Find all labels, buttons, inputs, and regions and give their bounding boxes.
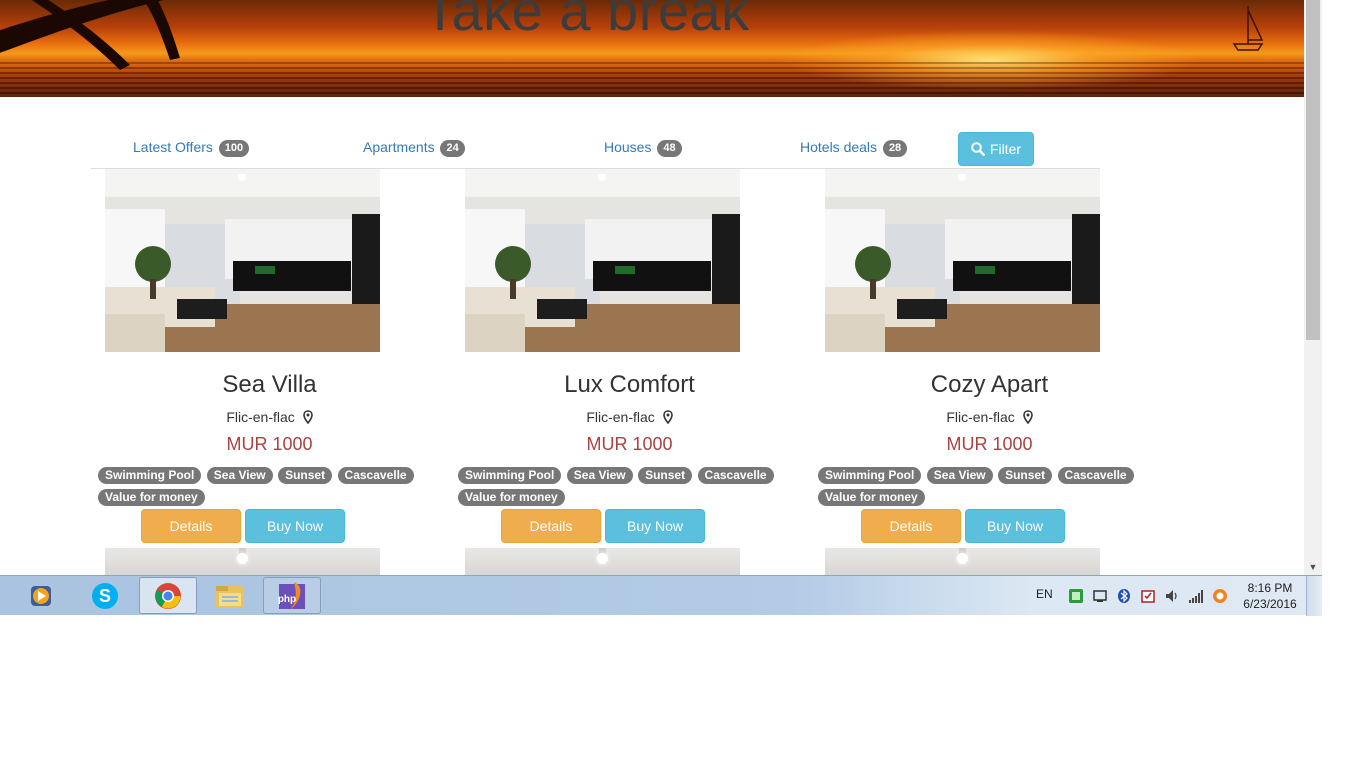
tag-badge: Sea View <box>566 467 633 484</box>
count-badge: 48 <box>657 140 682 157</box>
scroll-down-arrow-icon[interactable]: ▼ <box>1304 558 1322 575</box>
tag-badge: Sunset <box>638 467 693 484</box>
chrome-icon <box>155 582 181 609</box>
scrollbar-thumb[interactable] <box>1306 0 1320 340</box>
media-player-icon <box>31 585 51 606</box>
bluetooth-icon[interactable] <box>1116 588 1132 604</box>
map-marker-icon <box>302 410 313 425</box>
listing-price: MUR 1000 <box>946 434 1033 454</box>
filter-button[interactable]: Filter <box>958 132 1034 166</box>
tab-label: Houses <box>604 139 652 155</box>
file-explorer-icon <box>216 585 244 608</box>
map-marker-icon <box>662 410 673 425</box>
listing-location: Flic-en-flac <box>451 409 808 425</box>
sailboat-silhouette <box>1232 6 1264 51</box>
listing-price: MUR 1000 <box>226 434 313 454</box>
listing-tags: Swimming Pool Sea View Sunset Cascavelle… <box>818 466 1163 510</box>
details-button[interactable]: Details <box>141 509 241 543</box>
buy-now-button[interactable]: Buy Now <box>245 509 345 543</box>
count-badge: 28 <box>882 140 908 157</box>
volume-icon[interactable] <box>1164 588 1180 604</box>
listing-title[interactable]: Sea Villa <box>91 371 448 399</box>
browser-viewport: Take a break Latest Offers 100 Apartment… <box>0 0 1322 575</box>
skype-icon: S <box>92 582 118 609</box>
tag-badge: Cascavelle <box>697 467 774 484</box>
tag-badge: Cascavelle <box>337 467 414 484</box>
network-signal-icon[interactable] <box>1188 588 1204 604</box>
taskbar-file-explorer[interactable] <box>201 577 259 614</box>
device-tray-icon[interactable] <box>1092 588 1108 604</box>
tab-label: Latest Offers <box>133 139 213 155</box>
green-app-tray-icon[interactable] <box>1068 588 1084 604</box>
search-icon <box>971 142 985 156</box>
palm-tree-silhouette <box>0 0 180 70</box>
tag-badge: Sea View <box>206 467 273 484</box>
svg-text:S: S <box>99 586 111 606</box>
location-text: Flic-en-flac <box>946 409 1015 425</box>
location-text: Flic-en-flac <box>226 409 295 425</box>
listing-title[interactable]: Cozy Apart <box>811 371 1168 399</box>
tag-badge: Cascavelle <box>1057 467 1134 484</box>
next-listing-photo[interactable] <box>465 548 740 575</box>
listing-title[interactable]: Lux Comfort <box>451 371 808 399</box>
tag-badge: Value for money <box>458 489 565 506</box>
listing-location: Flic-en-flac <box>811 409 1168 425</box>
windows-taskbar: S php EN 8:16 PM 6/23/2016 <box>0 575 1322 616</box>
clock-time: 8:16 PM <box>1247 581 1293 595</box>
tab-label: Apartments <box>363 139 435 155</box>
listing-photo[interactable] <box>105 169 380 352</box>
details-button[interactable]: Details <box>501 509 601 543</box>
svg-text:php: php <box>278 594 296 605</box>
hero-title: Take a break <box>423 0 750 42</box>
next-listing-photo[interactable] <box>825 548 1100 575</box>
system-clock[interactable]: 8:16 PM 6/23/2016 <box>1238 580 1302 612</box>
tag-badge: Sunset <box>998 467 1053 484</box>
location-text: Flic-en-flac <box>586 409 655 425</box>
taskbar-skype[interactable]: S <box>76 577 134 614</box>
filter-label: Filter <box>989 141 1022 157</box>
tag-badge: Swimming Pool <box>818 467 922 484</box>
keyboard-language-indicator[interactable]: EN <box>1036 587 1053 601</box>
listing-photo[interactable] <box>825 169 1100 352</box>
next-listing-photo[interactable] <box>105 548 380 575</box>
tag-badge: Swimming Pool <box>458 467 562 484</box>
taskbar-chrome[interactable] <box>139 577 197 614</box>
count-badge: 100 <box>218 140 250 157</box>
tab-hotels-deals[interactable]: Hotels deals 28 <box>800 139 908 157</box>
clock-date: 6/23/2016 <box>1243 597 1297 611</box>
show-desktop-button[interactable] <box>1306 576 1322 616</box>
listing-photo[interactable] <box>465 169 740 352</box>
tab-latest-offers[interactable]: Latest Offers 100 <box>133 139 250 157</box>
count-badge: 24 <box>440 140 465 157</box>
map-marker-icon <box>1022 410 1033 425</box>
tag-badge: Sunset <box>278 467 333 484</box>
avast-tray-icon[interactable] <box>1212 588 1228 604</box>
tag-badge: Sea View <box>926 467 993 484</box>
hero-banner: Take a break <box>0 0 1304 97</box>
listing-card: Cozy Apart Flic-en-flac MUR 1000 Swimmin… <box>811 169 1171 549</box>
security-tray-icon[interactable] <box>1140 588 1156 604</box>
listing-tags: Swimming Pool Sea View Sunset Cascavelle… <box>458 466 803 510</box>
tab-label: Hotels deals <box>800 139 878 155</box>
taskbar-media-player[interactable] <box>12 577 70 614</box>
tab-apartments[interactable]: Apartments 24 <box>363 139 465 157</box>
listing-card: Lux Comfort Flic-en-flac MUR 1000 Swimmi… <box>451 169 811 549</box>
tag-badge: Value for money <box>818 489 925 506</box>
tag-badge: Value for money <box>98 489 205 506</box>
taskbar-phpstorm[interactable]: php <box>263 577 321 614</box>
listing-location: Flic-en-flac <box>91 409 448 425</box>
buy-now-button[interactable]: Buy Now <box>965 509 1065 543</box>
buy-now-button[interactable]: Buy Now <box>605 509 705 543</box>
category-tabs: Latest Offers 100 Apartments 24 Houses 4… <box>91 128 1100 169</box>
details-button[interactable]: Details <box>861 509 961 543</box>
listing-price: MUR 1000 <box>586 434 673 454</box>
listing-tags: Swimming Pool Sea View Sunset Cascavelle… <box>98 466 443 510</box>
listing-card: Sea Villa Flic-en-flac MUR 1000 Swimming… <box>91 169 451 549</box>
tab-houses[interactable]: Houses 48 <box>604 139 682 157</box>
tag-badge: Swimming Pool <box>98 467 202 484</box>
phpstorm-icon: php <box>278 581 305 610</box>
